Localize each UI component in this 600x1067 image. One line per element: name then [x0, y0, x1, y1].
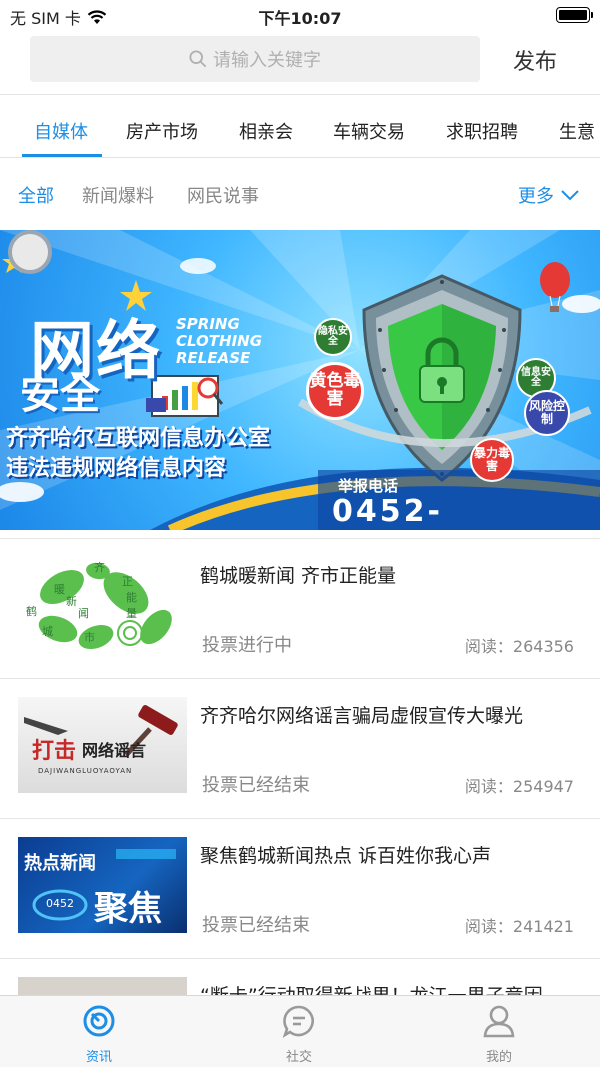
vote-status: 投票进行中 [202, 635, 292, 656]
banner-hotline-number: 0452-2792316 [332, 494, 496, 530]
status-bar: 无 SIM 卡 下午10:07 [0, 0, 600, 30]
subtab-netizen-talk[interactable]: 网民说事 [187, 182, 259, 208]
tabbar-news-label: 资讯 [85, 1050, 112, 1065]
read-count: 阅读：264356 [464, 637, 574, 656]
thumb-text-nuan: 暖 [54, 583, 65, 596]
subtab-all[interactable]: 全部 [18, 182, 54, 208]
tabbar-profile-label: 我的 [485, 1050, 512, 1065]
thumb-text-neng: 能 [126, 591, 137, 604]
thumb-text-cheng: 城 [42, 625, 53, 638]
badge-privacy: 隐私安全 [314, 318, 352, 356]
news-title: 聚焦鹤城新闻热点 诉百姓你我心声 [200, 845, 492, 867]
badge-risk-control: 风险控制 [524, 390, 570, 436]
thumb-text-rumor: 网络谣言 [82, 741, 147, 760]
search-header: 请输入关键字 发布 [0, 30, 600, 92]
header-divider [0, 94, 600, 95]
tab-business[interactable]: 生意 [559, 118, 595, 144]
list-item[interactable]: 热点新闻 聚焦 0452 聚焦鹤城新闻热点 诉百姓你我心声 投票已经结束 阅读：… [0, 818, 600, 958]
more-label: 更多 [518, 186, 554, 207]
battery-icon [556, 7, 593, 23]
thumb-text-zheng: 正 [122, 575, 133, 588]
category-tabs: 自媒体 房产市场 相亲会 车辆交易 求职招聘 生意 [0, 96, 600, 158]
banner-line-1: 齐齐哈尔互联网信息办公室 [6, 426, 271, 451]
thumb-text-focus: 聚焦 [94, 889, 162, 929]
tabbar-social-label: 社交 [285, 1050, 312, 1065]
news-thumbnail: 暖 新 闻 正 能 量 鹤 城 市 齐 [18, 557, 187, 653]
thumb-text-shi: 市 [84, 631, 95, 644]
list-item[interactable]: 打击 网络谣言 DAJIWANGLUOYAOYAN 齐齐哈尔网络谣言骗局虚假宣传… [0, 678, 600, 818]
chat-icon [282, 1005, 314, 1038]
thumb-text-hot-news: 热点新闻 [24, 853, 96, 874]
news-icon [83, 1005, 115, 1037]
tab-real-estate[interactable]: 房产市场 [126, 118, 198, 144]
thumb-text-liang: 量 [126, 607, 137, 620]
tabbar-profile[interactable]: 我的 [449, 1004, 549, 1065]
vote-status: 投票已经结束 [202, 775, 310, 796]
profile-icon [483, 1005, 515, 1038]
chevron-down-icon [561, 190, 579, 201]
search-placeholder: 请输入关键字 [213, 50, 321, 71]
promo-banner[interactable]: 网络 SPRING CLOTHING RELEASE 安全 齐齐哈尔互联网信息办… [0, 230, 600, 530]
thumb-text-he: 鹤 [26, 605, 37, 618]
banner-hotline-label: 举报电话 [338, 477, 399, 495]
bottom-tab-bar: 资讯 社交 我的 [0, 995, 600, 1067]
news-thumbnail: 打击 网络谣言 DAJIWANGLUOYAOYAN [18, 697, 187, 793]
banner-english-subtitle: SPRING CLOTHING RELEASE [176, 315, 263, 367]
clock: 下午10:07 [258, 9, 342, 28]
thumb-text-wen: 闻 [78, 607, 89, 620]
sub-tabs: 全部 新闻爆料 网民说事 更多 [0, 160, 600, 228]
read-count: 阅读：254947 [464, 777, 574, 796]
thumb-text-xin: 新 [66, 595, 77, 608]
read-count: 阅读：241421 [464, 917, 574, 936]
thumb-text-areacode: 0452 [46, 897, 74, 910]
tab-jobs[interactable]: 求职招聘 [446, 118, 518, 144]
news-thumbnail: 热点新闻 聚焦 0452 [18, 837, 187, 933]
tabbar-social[interactable]: 社交 [249, 1004, 349, 1065]
publish-button[interactable]: 发布 [490, 44, 580, 76]
search-input[interactable]: 请输入关键字 [30, 36, 480, 82]
badge-porn-harm: 黄色毒害 [306, 362, 364, 420]
tab-self-media[interactable]: 自媒体 [34, 118, 88, 144]
more-button[interactable]: 更多 [518, 182, 580, 208]
badge-violence-harm: 暴力毒害 [470, 438, 514, 482]
tab-dating[interactable]: 相亲会 [239, 118, 293, 144]
banner-line-2: 违法违规网络信息内容 [6, 456, 227, 481]
banner-title-sub: 安全 [20, 372, 100, 418]
thumb-text-daji: 打击 [32, 739, 77, 764]
search-icon [189, 50, 207, 68]
thumb-text-qi: 齐 [94, 561, 105, 574]
news-title: 齐齐哈尔网络谣言骗局虚假宣传大曝光 [200, 705, 524, 727]
list-item[interactable]: 暖 新 闻 正 能 量 鹤 城 市 齐 鹤城暖新闻 齐市正能量 投票进行中 阅读… [0, 538, 600, 678]
tabbar-news[interactable]: 资讯 [49, 1004, 149, 1065]
tabs-divider [0, 157, 600, 158]
thumb-text-pinyin: DAJIWANGLUOYAOYAN [38, 767, 133, 775]
news-title: 鹤城暖新闻 齐市正能量 [200, 565, 397, 587]
tab-vehicles[interactable]: 车辆交易 [333, 118, 405, 144]
subtab-news-tips[interactable]: 新闻爆料 [82, 182, 154, 208]
vote-status: 投票已经结束 [202, 915, 310, 936]
